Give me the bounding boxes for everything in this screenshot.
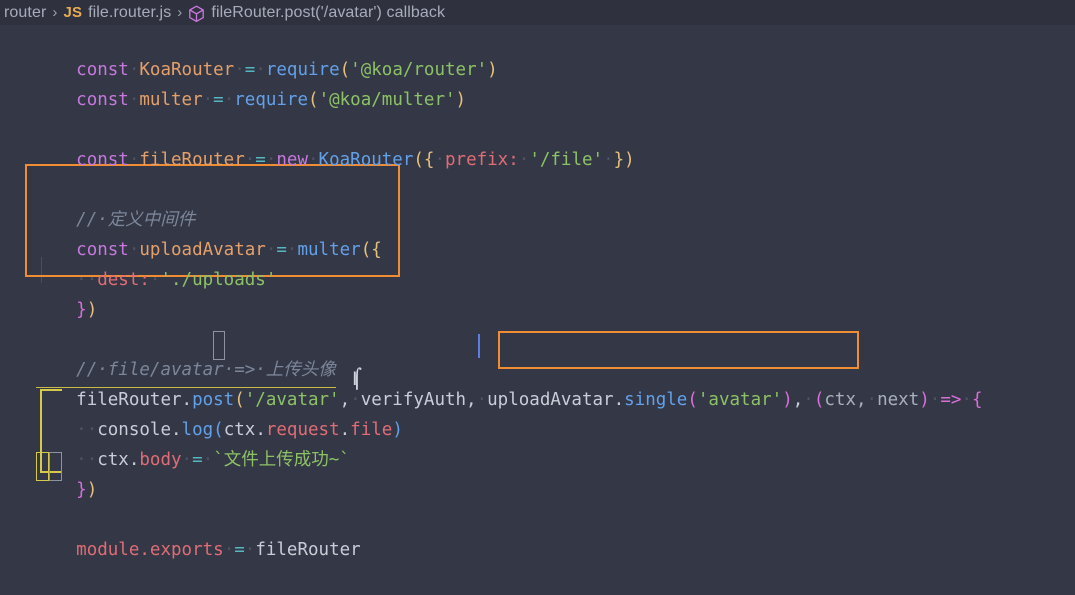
code-line-6-comment: //·定义中间件 [0,175,1075,230]
code-line-7: const·uploadAvatar·=·multer({ [76,240,382,260]
code-line-1: const·KoaRouter·=·require('@koa/router') [76,60,498,80]
code-line-3-blank [0,85,1075,115]
code-line-14: ··ctx.body·=·`文件上传成功~` [76,450,350,470]
code-line-12: fileRouter.post('/avatar',·verifyAuth,·u… [76,390,983,410]
breadcrumb-item-file[interactable]: file.router.js [88,4,171,22]
token-exports: exports [149,540,224,560]
code-line-11-comment: //·file/avatar·=>·上传头像 [0,325,1075,380]
code-line-17: module.exports·=·fileRouter [76,540,361,560]
token-dot: . [139,540,150,560]
js-icon: JS [63,4,83,21]
code-line-4: const·fileRouter·=·new·KoaRouter({·prefi… [76,150,635,170]
breadcrumb-item-router[interactable]: router [4,4,46,22]
breadcrumb-item-callback[interactable]: fileRouter.post('/avatar') callback [211,4,445,22]
code-line-5-blank [0,145,1075,175]
breadcrumb-separator: › [177,4,183,21]
code-line-10-blank [0,295,1075,325]
breadcrumb: router › JS file.router.js › fileRouter.… [0,0,1075,25]
code-line-9: }) [0,265,1075,320]
cube-icon [188,5,205,23]
code-editor[interactable]: ⌠ I const·KoaRouter·=·require('@koa/route… [0,25,1075,560]
token-module: module [76,540,140,560]
token-value: fileRouter [255,540,361,560]
code-line-15: }) [0,445,1075,500]
code-line-2: const·multer·=·require('@koa/multer') [76,90,467,110]
code-line-13: ··console.log(ctx.request.file) [76,420,403,440]
breadcrumb-separator: › [52,4,58,21]
token-operator: = [234,540,245,560]
code-line-16-blank [0,475,1075,505]
code-line-8: ··dest:·'./uploads' [76,270,277,290]
